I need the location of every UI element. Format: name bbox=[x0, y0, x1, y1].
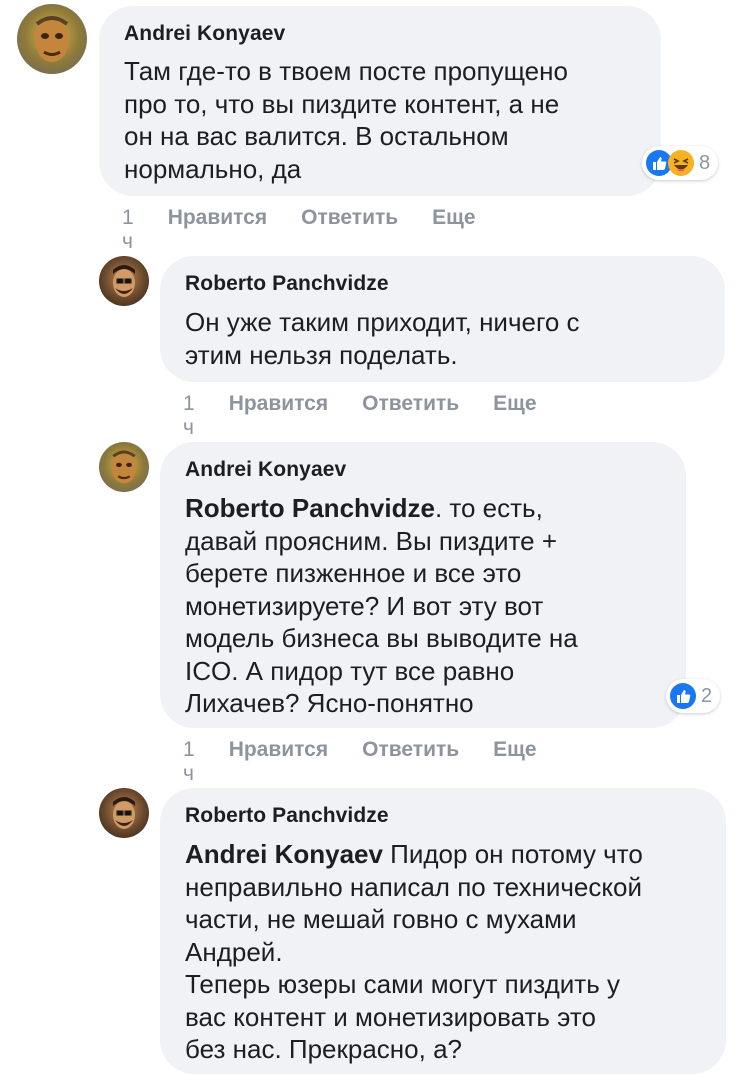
avatar-andrei-icon bbox=[99, 442, 149, 492]
comment-body: Пидор он потому что неправильно написал … bbox=[185, 839, 643, 1064]
comment-actions: 1 ч Нравится Ответить Еще bbox=[122, 206, 510, 254]
more-button[interactable]: Еще bbox=[493, 738, 536, 762]
avatar[interactable] bbox=[99, 256, 149, 306]
comment-time[interactable]: 1 ч bbox=[183, 392, 195, 440]
comment-text: Там где-то в твоем посте пропущено про т… bbox=[124, 56, 568, 184]
more-button[interactable]: Еще bbox=[493, 392, 536, 416]
avatar[interactable] bbox=[17, 4, 87, 74]
comment-bubble: Roberto Panchvidze Он уже таким приходит… bbox=[160, 256, 725, 382]
like-button[interactable]: Нравится bbox=[229, 392, 328, 416]
reaction-count: 2 bbox=[701, 684, 713, 707]
comment-text: Он уже таким приходит, ничего с этим нел… bbox=[185, 307, 580, 370]
comment-time[interactable]: 1 ч bbox=[122, 206, 134, 254]
comment-bubble: Andrei Konyaev Там где-то в твоем посте … bbox=[99, 6, 661, 196]
reactions-summary[interactable]: 2 bbox=[666, 679, 721, 713]
comment-author[interactable]: Andrei Konyaev bbox=[124, 22, 285, 46]
avatar-roberto-icon bbox=[99, 256, 149, 306]
comment-body: . то есть, давай проясним. Вы пиздите + … bbox=[185, 493, 578, 718]
comment-text: Roberto Panchvidze. то есть, давай прояс… bbox=[185, 492, 578, 720]
reactions-summary[interactable]: 8 bbox=[642, 146, 719, 180]
like-button[interactable]: Нравится bbox=[229, 738, 328, 762]
more-button[interactable]: Еще bbox=[432, 206, 475, 230]
comment-actions: 1 ч Нравится Ответить Еще bbox=[183, 392, 571, 440]
reply-button[interactable]: Ответить bbox=[362, 392, 459, 416]
comment-author[interactable]: Roberto Panchvidze bbox=[185, 804, 389, 828]
reply-button[interactable]: Ответить bbox=[362, 738, 459, 762]
comment-bubble: Roberto Panchvidze Andrei Konyaev Пидор … bbox=[160, 788, 726, 1074]
comment-author[interactable]: Roberto Panchvidze bbox=[185, 272, 389, 296]
comment-actions: 1 ч Нравится Ответить Еще bbox=[183, 738, 571, 786]
comment-bubble: Andrei Konyaev Roberto Panchvidze. то ес… bbox=[160, 442, 686, 728]
like-icon bbox=[670, 683, 696, 709]
avatar[interactable] bbox=[99, 442, 149, 492]
reply-button[interactable]: Ответить bbox=[301, 206, 398, 230]
avatar[interactable] bbox=[99, 788, 149, 838]
mention-link[interactable]: Andrei Konyaev bbox=[185, 839, 383, 869]
comment-text: Andrei Konyaev Пидор он потому что непра… bbox=[185, 838, 643, 1066]
like-button[interactable]: Нравится bbox=[168, 206, 267, 230]
reaction-count: 8 bbox=[699, 151, 711, 174]
haha-icon bbox=[668, 150, 694, 176]
mention-link[interactable]: Roberto Panchvidze bbox=[185, 493, 435, 523]
comment-time[interactable]: 1 ч bbox=[183, 738, 195, 786]
avatar-roberto-icon bbox=[99, 788, 149, 838]
avatar-andrei-icon bbox=[17, 4, 87, 74]
comment-author[interactable]: Andrei Konyaev bbox=[185, 458, 346, 482]
